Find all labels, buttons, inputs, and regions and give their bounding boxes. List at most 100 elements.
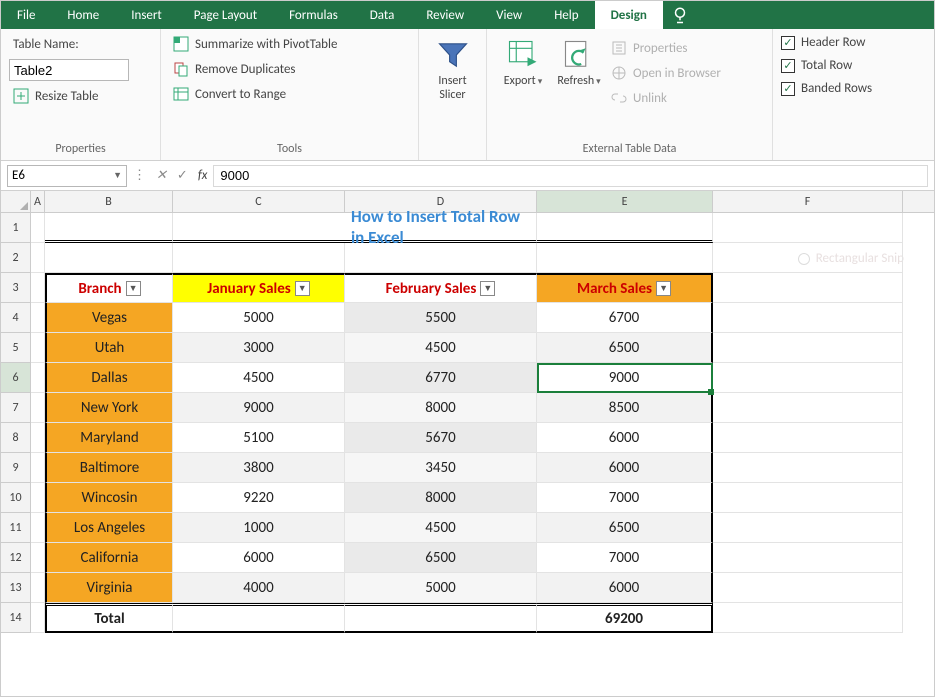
export-button[interactable]: Export — [495, 33, 551, 89]
insert-slicer-button[interactable]: InsertSlicer — [427, 33, 478, 140]
total-jan-cell[interactable] — [173, 603, 345, 633]
remove-duplicates-button[interactable]: Remove Duplicates — [169, 58, 341, 80]
header-mar[interactable]: March Sales ▼ — [537, 273, 713, 303]
convert-range-button[interactable]: Convert to Range — [169, 83, 341, 105]
jan-cell[interactable]: 4500 — [173, 363, 345, 393]
cell[interactable] — [713, 393, 903, 423]
enter-formula-icon[interactable]: ✓ — [177, 168, 188, 183]
cell[interactable] — [31, 333, 45, 363]
row-header[interactable]: 11 — [1, 513, 31, 543]
jan-cell[interactable]: 9220 — [173, 483, 345, 513]
row-header[interactable]: 6 — [1, 363, 31, 393]
header-row-checkbox[interactable]: ✓Header Row — [781, 35, 872, 50]
col-header-f[interactable]: F — [713, 191, 903, 212]
cancel-formula-icon[interactable]: ✕ — [156, 168, 167, 183]
cell[interactable] — [345, 243, 537, 273]
tab-page-layout[interactable]: Page Layout — [178, 1, 273, 29]
row-header[interactable]: 7 — [1, 393, 31, 423]
cell[interactable] — [31, 273, 45, 303]
mar-cell[interactable]: 6000 — [537, 573, 713, 603]
resize-table-button[interactable]: Resize Table — [9, 85, 129, 107]
name-box[interactable]: E6 ▼ — [7, 165, 127, 187]
jan-cell[interactable]: 3000 — [173, 333, 345, 363]
cell[interactable] — [31, 603, 45, 633]
cell[interactable] — [713, 213, 903, 243]
banded-rows-checkbox[interactable]: ✓Banded Rows — [781, 81, 872, 96]
col-header-a[interactable]: A — [31, 191, 45, 212]
feb-cell[interactable]: 4500 — [345, 333, 537, 363]
tab-view[interactable]: View — [480, 1, 538, 29]
row-header[interactable]: 8 — [1, 423, 31, 453]
row-header[interactable]: 12 — [1, 543, 31, 573]
filter-icon[interactable]: ▼ — [480, 281, 495, 296]
filter-icon[interactable]: ▼ — [295, 281, 310, 296]
cell[interactable] — [45, 243, 173, 273]
header-feb[interactable]: February Sales ▼ — [345, 273, 537, 303]
cell[interactable] — [713, 513, 903, 543]
cell[interactable] — [713, 243, 903, 273]
cell[interactable] — [31, 423, 45, 453]
total-row-checkbox[interactable]: ✓Total Row — [781, 58, 872, 73]
row-header[interactable]: 14 — [1, 603, 31, 633]
cell[interactable] — [537, 243, 713, 273]
cell[interactable] — [713, 543, 903, 573]
row-header[interactable]: 2 — [1, 243, 31, 273]
tell-me-icon[interactable] — [663, 1, 697, 29]
tab-home[interactable]: Home — [51, 1, 115, 29]
col-header-b[interactable]: B — [45, 191, 173, 212]
row-header[interactable]: 10 — [1, 483, 31, 513]
formula-input[interactable] — [213, 165, 928, 187]
cell[interactable] — [537, 213, 713, 243]
feb-cell[interactable]: 4500 — [345, 513, 537, 543]
mar-cell[interactable]: 6000 — [537, 423, 713, 453]
jan-cell[interactable]: 5000 — [173, 303, 345, 333]
feb-cell[interactable]: 3450 — [345, 453, 537, 483]
cell[interactable] — [713, 333, 903, 363]
tab-help[interactable]: Help — [538, 1, 594, 29]
cell[interactable] — [31, 513, 45, 543]
feb-cell[interactable]: 6770 — [345, 363, 537, 393]
cell[interactable] — [31, 483, 45, 513]
col-header-e[interactable]: E — [537, 191, 713, 212]
header-jan[interactable]: January Sales ▼ — [173, 273, 345, 303]
mar-cell[interactable]: 6500 — [537, 333, 713, 363]
feb-cell[interactable]: 8000 — [345, 483, 537, 513]
branch-cell[interactable]: Vegas — [45, 303, 173, 333]
refresh-button[interactable]: Refresh — [551, 33, 607, 89]
cell[interactable] — [713, 573, 903, 603]
tab-formulas[interactable]: Formulas — [273, 1, 354, 29]
cell[interactable] — [713, 423, 903, 453]
fx-icon[interactable]: fx — [198, 168, 208, 183]
tab-insert[interactable]: Insert — [115, 1, 178, 29]
cell[interactable] — [713, 603, 903, 633]
name-box-dropdown-icon[interactable]: ▼ — [113, 170, 122, 181]
mar-cell[interactable]: 6000 — [537, 453, 713, 483]
cell[interactable] — [713, 273, 903, 303]
cell[interactable] — [31, 543, 45, 573]
row-header[interactable]: 3 — [1, 273, 31, 303]
header-branch[interactable]: Branch ▼ — [45, 273, 173, 303]
jan-cell[interactable]: 6000 — [173, 543, 345, 573]
mar-cell[interactable]: 7000 — [537, 543, 713, 573]
tab-review[interactable]: Review — [410, 1, 480, 29]
cell[interactable] — [713, 363, 903, 393]
tab-file[interactable]: File — [1, 1, 51, 29]
cell[interactable] — [173, 243, 345, 273]
filter-icon[interactable]: ▼ — [656, 281, 671, 296]
jan-cell[interactable]: 3800 — [173, 453, 345, 483]
branch-cell[interactable]: Baltimore — [45, 453, 173, 483]
mar-cell[interactable]: 6500 — [537, 513, 713, 543]
row-header[interactable]: 13 — [1, 573, 31, 603]
cell[interactable] — [45, 213, 173, 243]
jan-cell[interactable]: 5100 — [173, 423, 345, 453]
total-feb-cell[interactable] — [345, 603, 537, 633]
branch-cell[interactable]: Wincosin — [45, 483, 173, 513]
branch-cell[interactable]: Utah — [45, 333, 173, 363]
feb-cell[interactable]: 5500 — [345, 303, 537, 333]
branch-cell[interactable]: New York — [45, 393, 173, 423]
branch-cell[interactable]: Dallas — [45, 363, 173, 393]
cell[interactable] — [31, 303, 45, 333]
table-title[interactable]: How to Insert Total Row in Excel — [345, 213, 537, 243]
cell[interactable] — [31, 213, 45, 243]
cell[interactable] — [713, 483, 903, 513]
